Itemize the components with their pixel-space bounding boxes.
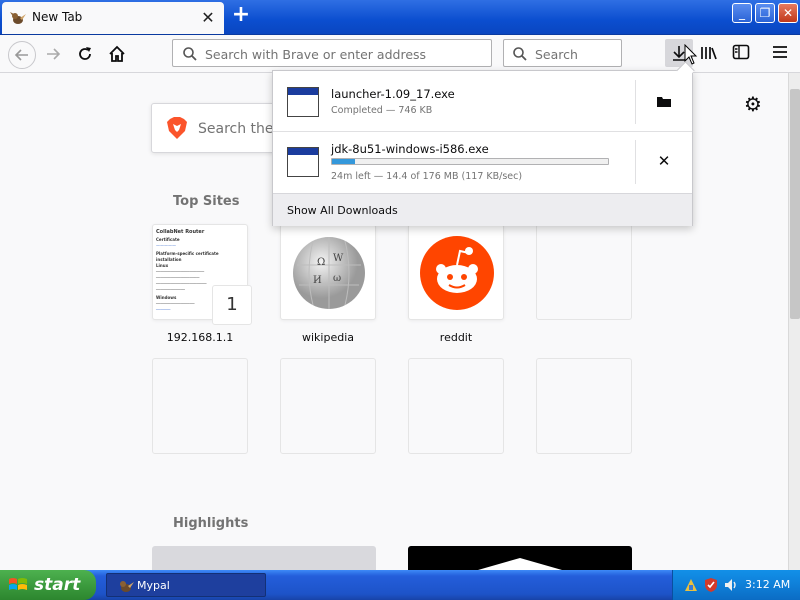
url-bar[interactable]: Search with Brave or enter address [172,39,492,67]
show-all-downloads-label: Show All Downloads [287,204,398,217]
hamburger-menu-icon [773,46,787,58]
cancel-download-button[interactable]: ✕ [649,146,679,176]
download-filename: jdk-8u51-windows-i586.exe [331,142,489,156]
svg-text:И: И [313,275,322,286]
reload-button[interactable] [72,41,98,67]
search-bar[interactable]: Search [503,39,622,67]
newtab-search-placeholder: Search the [198,121,274,137]
page-scrollbar[interactable] [788,73,800,570]
library-icon [701,47,717,60]
tab-strip: New Tab ✕ + _ ❐ ✕ [0,0,800,35]
taskbar-item-mypal[interactable]: Mypal [106,573,266,597]
empty-top-site-slot [536,224,632,320]
scrollbar-thumb[interactable] [790,89,800,319]
maximize-button[interactable]: ❐ [755,3,775,23]
top-site-tile[interactable] [408,224,504,320]
download-item[interactable]: launcher-1.09_17.exe Completed — 746 KB [273,72,692,132]
clock: 3:12 AM [745,578,791,591]
search-icon [183,47,197,61]
downloads-panel: launcher-1.09_17.exe Completed — 746 KB … [272,61,695,226]
top-site-label: reddit [439,331,473,344]
brave-logo-icon [167,117,187,139]
tab-close-icon[interactable]: ✕ [198,8,218,28]
empty-top-site-slot [152,358,248,454]
start-button[interactable]: start [0,570,96,600]
top-site-tile[interactable]: Ω W И ω [280,224,376,320]
router-thumb-section: Platform-specific certificate installati… [156,251,219,262]
svg-text:ω: ω [333,273,341,284]
maximize-icon: ❐ [759,6,771,20]
highlights-heading: Highlights [173,516,249,531]
back-arrow-icon [14,49,28,61]
window-close-button[interactable]: ✕ [778,3,798,23]
minimize-icon: _ [739,6,745,20]
sidebar-icon [732,44,750,60]
download-status: Completed — 746 KB [331,105,433,116]
search-icon [513,47,527,61]
home-button[interactable] [104,41,130,67]
top-site-badge: 1 [212,285,252,325]
svg-text:W: W [333,253,344,264]
window-titlebar-shape [288,88,318,95]
cancel-icon: ✕ [657,152,671,170]
reddit-logo-icon [420,236,494,310]
url-bar-placeholder: Search with Brave or enter address [205,47,427,62]
network-tray-icon[interactable] [683,577,699,593]
system-tray: 3:12 AM [672,570,800,600]
forward-arrow-icon [47,48,61,60]
security-shield-tray-icon[interactable] [703,577,719,593]
close-icon: ✕ [782,6,794,20]
volume-tray-icon[interactable] [723,577,739,593]
main-menu-button[interactable] [772,44,788,60]
empty-top-site-slot [280,358,376,454]
reload-icon [79,47,91,60]
start-label: start [34,575,81,595]
top-site-label: wikipedia [301,331,354,344]
wikipedia-globe-icon: Ω W И ω [293,237,365,309]
svg-text:Ω: Ω [317,257,325,268]
download-filename: launcher-1.09_17.exe [331,87,455,101]
taskbar-item-label: Mypal [137,579,170,592]
mypal-app-icon [120,581,134,592]
show-all-downloads-button[interactable]: Show All Downloads [273,193,692,226]
exe-file-icon [287,147,319,177]
open-folder-button[interactable] [649,86,679,116]
download-divider [635,140,636,184]
library-button[interactable] [700,40,722,66]
router-thumb-heading: CollabNet Router [156,229,205,235]
taskbar: start Mypal 3:12 AM [0,570,800,600]
tab-title: New Tab [32,10,83,24]
windows-logo-icon [9,578,27,590]
search-bar-placeholder: Search [535,47,578,62]
empty-top-site-slot [408,358,504,454]
download-divider [635,80,636,124]
empty-top-site-slot [536,358,632,454]
minimize-button[interactable]: _ [732,3,752,23]
home-icon [109,45,125,62]
tab-new-tab[interactable]: New Tab ✕ [2,2,224,34]
router-thumb-link: ————— [156,243,176,248]
folder-icon [657,97,671,107]
sidebar-toggle-button[interactable] [732,43,750,61]
top-site-label: 192.168.1.1 [166,331,234,344]
new-tab-button[interactable]: + [230,4,252,27]
exe-file-icon [287,87,319,117]
download-progress-bar [331,158,609,165]
top-sites-heading: Top Sites [173,194,240,209]
window-titlebar-shape [288,148,318,155]
forward-button[interactable] [40,41,66,67]
highlight-thumbnail-shape [478,558,562,570]
gear-icon[interactable]: ⚙ [742,93,764,115]
mypal-favicon-icon [10,12,26,24]
download-progress-fill [332,159,355,164]
back-button[interactable] [8,41,36,69]
download-status: 24m left — 14.4 of 176 MB (117 KB/sec) [331,171,523,182]
